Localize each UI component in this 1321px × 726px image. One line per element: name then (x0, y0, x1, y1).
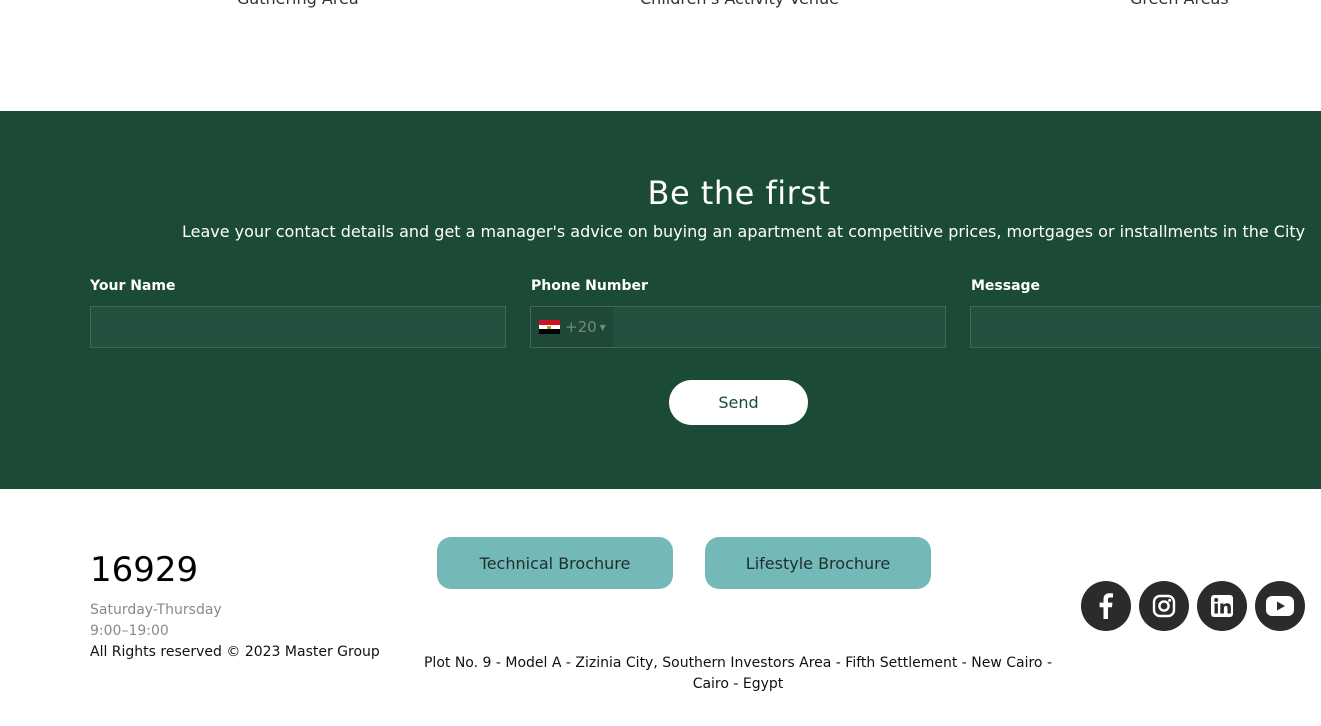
footer: 16929 Saturday-Thursday 9:00–19:00 All R… (0, 489, 1321, 726)
contact-subtitle: Leave your contact details and get a man… (182, 222, 1306, 241)
page: Gathering Area Children's Activity Venue… (0, 0, 1321, 726)
amenity-label-gathering: Gathering Area (237, 0, 359, 8)
facebook-link[interactable] (1081, 581, 1131, 631)
linkedin-icon (1211, 595, 1233, 617)
phone-input[interactable]: +20 ▼ (530, 306, 946, 348)
chevron-down-icon: ▼ (599, 322, 606, 332)
instagram-link[interactable] (1139, 581, 1189, 631)
lifestyle-brochure-button[interactable]: Lifestyle Brochure (705, 537, 931, 589)
phone-label: Phone Number (531, 278, 648, 294)
youtube-icon (1266, 596, 1294, 616)
hotline-number[interactable]: 16929 (90, 550, 198, 590)
youtube-link[interactable] (1255, 581, 1305, 631)
name-input[interactable] (90, 306, 506, 348)
amenities-strip: Gathering Area Children's Activity Venue… (0, 0, 1321, 111)
egypt-flag-icon (539, 320, 560, 335)
amenity-label-children: Children's Activity Venue (640, 0, 839, 8)
message-label: Message (971, 278, 1041, 294)
contact-form-section: Be the first Leave your contact details … (0, 111, 1321, 489)
contact-title: Be the first (647, 174, 831, 212)
linkedin-link[interactable] (1197, 581, 1247, 631)
facebook-icon (1099, 593, 1113, 619)
technical-brochure-button[interactable]: Technical Brochure (437, 537, 673, 589)
send-button[interactable]: Send (669, 380, 808, 425)
country-code-selector[interactable]: +20 ▼ (531, 307, 613, 347)
working-hours: 9:00–19:00 (90, 623, 169, 639)
address-text: Plot No. 9 - Model A - Zizinia City, Sou… (423, 655, 1053, 692)
name-label: Your Name (90, 278, 176, 294)
working-days: Saturday-Thursday (90, 602, 222, 618)
amenity-label-green: Green Areas (1130, 0, 1229, 8)
country-code: +20 (565, 318, 597, 336)
message-input[interactable] (970, 306, 1321, 348)
copyright-text: All Rights reserved © 2023 Master Group (90, 644, 380, 660)
instagram-icon (1152, 594, 1176, 618)
